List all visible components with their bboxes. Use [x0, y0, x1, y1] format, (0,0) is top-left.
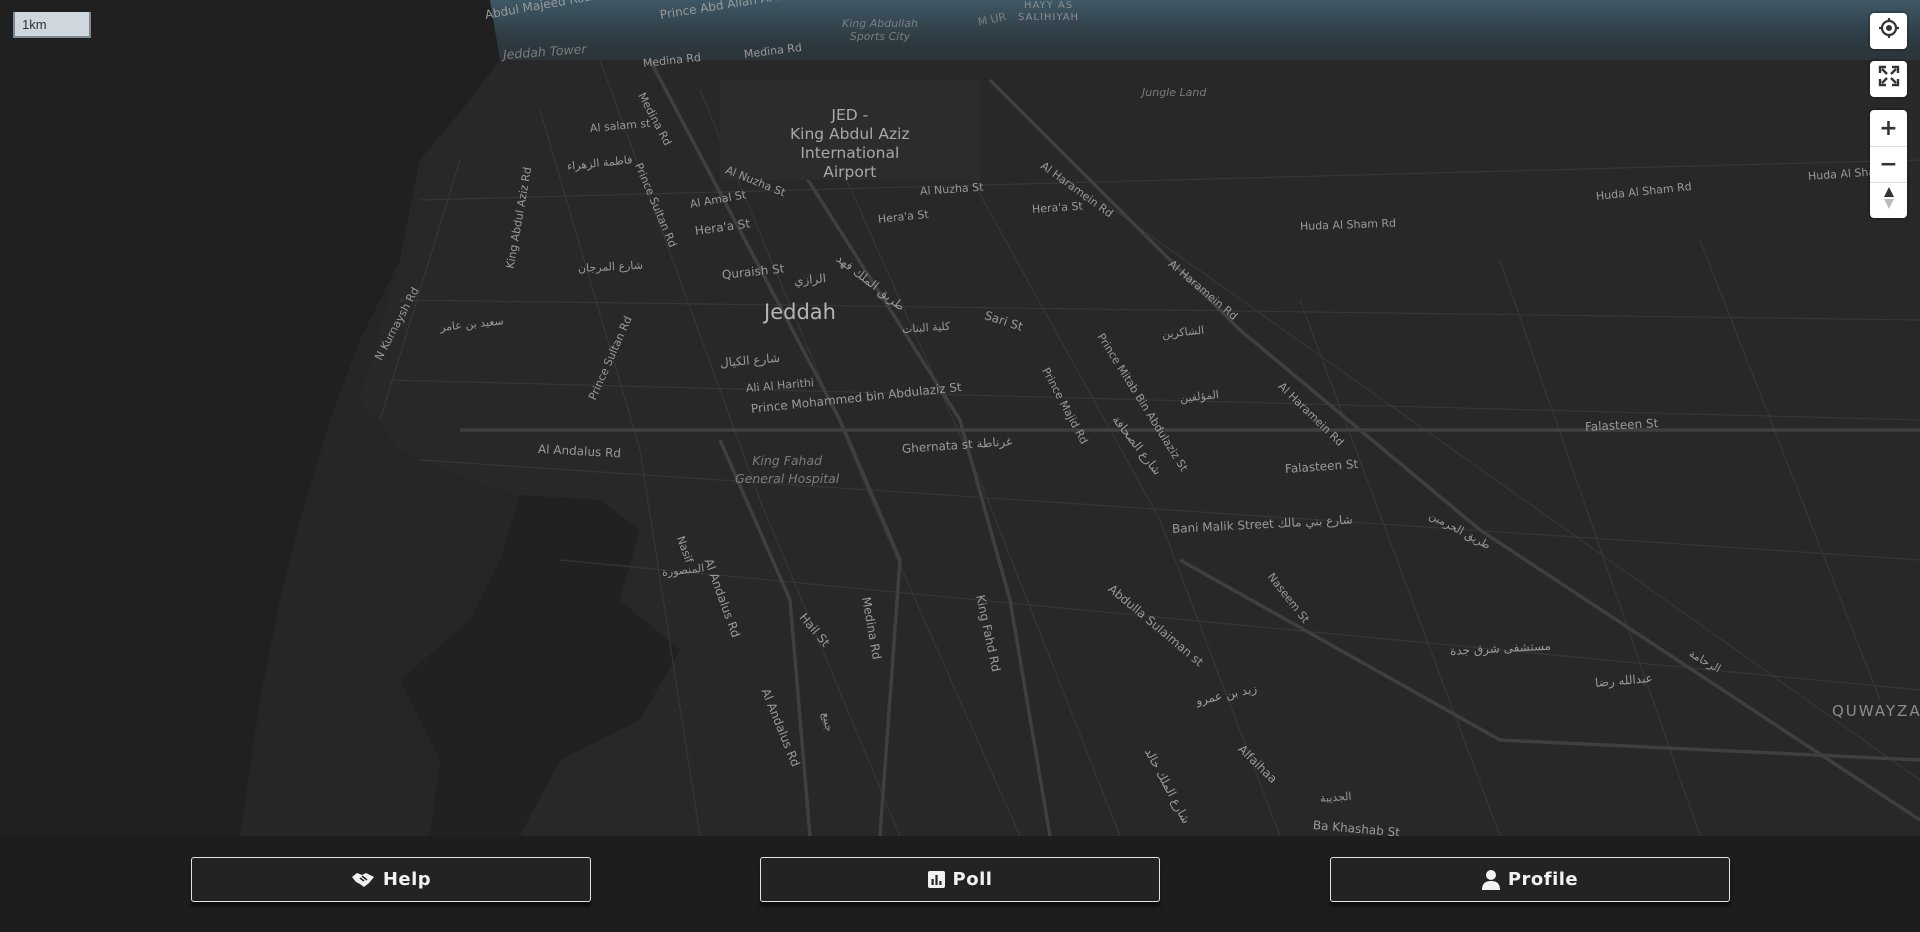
locate-icon [1878, 17, 1900, 45]
locate-button[interactable] [1870, 13, 1907, 49]
fullscreen-icon [1878, 65, 1900, 93]
zoom-out-button[interactable]: − [1870, 146, 1907, 182]
airport-area [720, 80, 980, 180]
scale-bar: 1km [13, 12, 91, 38]
zoom-control[interactable]: + − [1870, 110, 1907, 218]
fullscreen-button[interactable] [1870, 61, 1907, 97]
help-button[interactable]: Help [191, 857, 591, 902]
profile-button[interactable]: Profile [1330, 857, 1730, 902]
user-icon [1481, 869, 1500, 890]
profile-label: Profile [1507, 869, 1579, 890]
handshake-icon [351, 871, 375, 889]
poll-button[interactable]: Poll [760, 857, 1160, 902]
fullscreen-control[interactable] [1870, 61, 1907, 97]
poll-icon [927, 871, 945, 888]
help-label: Help [382, 869, 432, 890]
zoom-in-button[interactable]: + [1870, 110, 1907, 146]
map-canvas[interactable]: Abdul Majeed Road طريق عبد المجيد Prince… [0, 0, 1920, 836]
map-base-layer [0, 0, 1920, 836]
bottom-navigation: Help Poll Profile [0, 836, 1920, 932]
compass-icon [1883, 186, 1895, 216]
compass-button[interactable] [1870, 182, 1907, 218]
poll-label: Poll [952, 869, 993, 890]
locate-control[interactable] [1870, 13, 1907, 49]
